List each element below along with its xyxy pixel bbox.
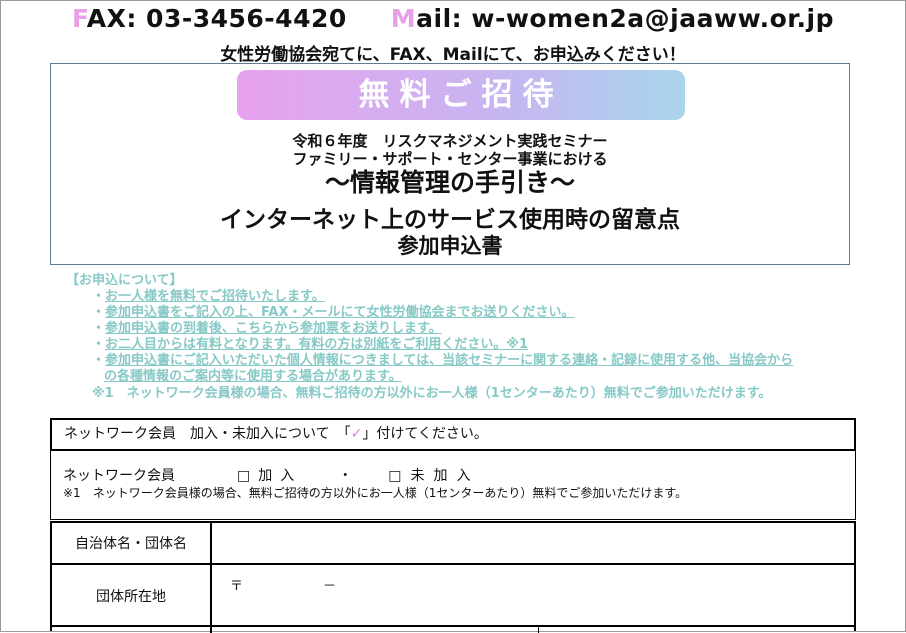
note-item: ・参加申込書にご記入いただいた個人情報につきましては、当該セミナーに関する連絡・… xyxy=(92,353,794,368)
next-row xyxy=(50,625,856,633)
joined-checkbox[interactable]: □加入 xyxy=(237,465,302,485)
seminar-main-title: ～情報管理の手引き～ xyxy=(324,168,575,197)
form-title: 参加申込書 xyxy=(397,234,503,258)
note-item-continued: の各種情報のご案内等に使用する場合があります。 xyxy=(104,369,402,384)
fax-initial: F xyxy=(72,4,87,33)
title-box: 無料ご招待 令和６年度 リスクマネジメント実践セミナー ファミリー・サポート・セ… xyxy=(50,63,850,265)
org-name-field[interactable] xyxy=(212,523,854,563)
fax-number: AX: 03-3456-4420 xyxy=(86,4,347,33)
not-joined-checkbox[interactable]: □未加入 xyxy=(388,465,479,485)
note-item: ・参加申込書の到着後、こちらから参加票をお送りします。 xyxy=(92,321,442,336)
org-name-label: 自治体名・団体名 xyxy=(52,523,212,563)
free-invitation-banner: 無料ご招待 xyxy=(237,70,685,120)
note-item: ・お二人目からは有料となります。有料の方は別紙をご利用ください。※1 xyxy=(92,337,529,352)
membership-instruction-row: ネットワーク会員 加入・未加入について 「✓」付けてください。 xyxy=(50,418,856,449)
notes-heading: 【お申込について】 xyxy=(66,273,183,288)
note-item: ・参加申込書をご記入の上、FAX・メールにて女性労働協会までお送りください。 xyxy=(92,305,575,320)
postal-code-field[interactable]: 〒－ xyxy=(230,575,336,594)
membership-choice-row: ネットワーク会員 □加入・ □未加入 ※1 ネットワーク会員様の場合、無料ご招待の方… xyxy=(50,449,856,520)
note-item: ・お一人様を無料でご招待いたします。 xyxy=(92,289,325,304)
check-mark-icon: ✓ xyxy=(350,426,363,442)
membership-footnote: ※1 ネットワーク会員様の場合、無料ご招待の方以外にお一人様（1センターあたり）… xyxy=(63,486,688,500)
submit-instruction: 女性労働協会宛てに、FAX、Mailにて、お申込みください！ xyxy=(220,45,686,65)
notes-footnote: ※1 ネットワーク会員様の場合、無料ご招待の方以外にお一人様（1センターあたり）… xyxy=(92,386,772,401)
seminar-topic: インターネット上のサービス使用時の留意点 xyxy=(220,207,680,233)
application-notes: 【お申込について】 ・お一人様を無料でご招待いたします。 ・参加申込書をご記入の… xyxy=(66,272,866,402)
membership-label: ネットワーク会員 xyxy=(63,468,175,484)
contact-line: FAX: 03-3456-4420 Mail: w-women2a@jaaww.o… xyxy=(0,4,906,33)
mail-address[interactable]: ail: w-women2a@jaaww.or.jp xyxy=(416,4,834,33)
mail-initial: M xyxy=(390,4,417,33)
org-name-row: 自治体名・団体名 xyxy=(50,521,856,563)
address-row: 団体所在地 〒－ xyxy=(50,563,856,627)
address-label: 団体所在地 xyxy=(52,565,212,627)
